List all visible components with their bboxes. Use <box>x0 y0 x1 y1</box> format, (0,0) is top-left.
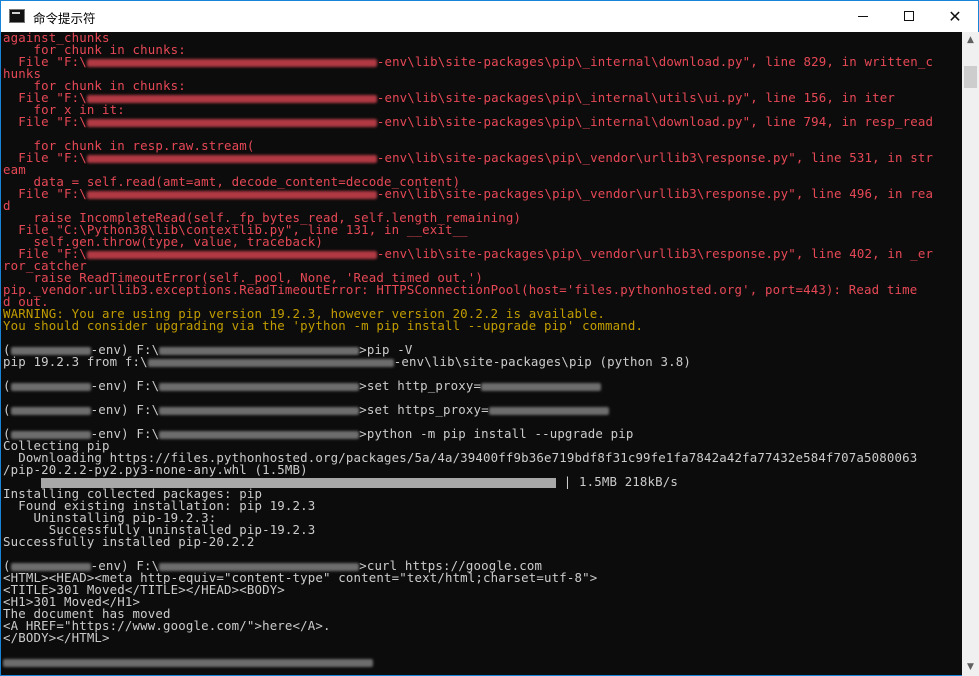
close-button[interactable]: ✕ <box>932 1 978 32</box>
maximize-button[interactable] <box>886 1 932 32</box>
redacted-text <box>10 406 91 415</box>
console-line: File "F:\ -env\lib\site-packages\pip\_int… <box>3 114 934 129</box>
redacted-text <box>481 382 602 391</box>
close-icon: ✕ <box>948 7 962 26</box>
maximize-icon <box>904 11 914 21</box>
redacted-text <box>159 430 360 439</box>
redacted-text <box>86 190 377 199</box>
console-line: </BODY></HTML> <box>3 630 110 645</box>
console-line-text: -env\lib\site-packages\pip\_vendor\urlli… <box>376 186 934 201</box>
redacted-text <box>10 382 91 391</box>
command-text: >set https_proxy= <box>359 402 489 417</box>
prompt-paren: ( <box>3 378 11 393</box>
redacted-text <box>86 118 377 127</box>
console-line-text: File "F:\ <box>3 114 87 129</box>
console-line-text: -env\lib\site-packages\pip\_vendor\urlli… <box>376 246 934 261</box>
redacted-text <box>86 94 377 103</box>
console-output[interactable]: against_chunks for chunk in chunks: File… <box>2 32 962 676</box>
console-line-text: -env\lib\site-packages\pip\_internal\uti… <box>376 90 895 105</box>
console-line: File "F:\ -env\lib\site-packages\pip\_ven… <box>3 150 934 165</box>
redacted-text <box>159 382 360 391</box>
prompt-path: -env) F:\ <box>90 402 160 417</box>
redacted-text <box>86 154 377 163</box>
cmd-window: 命令提示符 ✕ against_chunks for chunk in chun… <box>0 0 979 676</box>
console-line: File "F:\ -env\lib\site-packages\pip\_ven… <box>3 186 934 201</box>
progress-text: | 1.5MB 218kB/s <box>563 474 679 489</box>
console-line-text: -env\lib\site-packages\pip\_internal\dow… <box>376 54 934 69</box>
redacted-text <box>488 406 609 415</box>
prompt-paren: ( <box>3 402 11 417</box>
vertical-scrollbar[interactable]: ▲ ▼ <box>962 32 979 676</box>
console-line: /pip-20.2.2-py2.py3-none-any.whl (1.5MB) <box>3 462 308 477</box>
warning-line: You should consider upgrading via the 'p… <box>3 318 644 333</box>
redacted-text <box>147 358 394 367</box>
prompt-path: -env) F:\ <box>90 378 160 393</box>
window-title: 命令提示符 <box>33 11 96 26</box>
command-text: >python -m pip install --upgrade pip <box>359 426 634 441</box>
console-line: File "F:\ -env\lib\site-packages\pip\_int… <box>3 90 895 105</box>
redacted-text <box>3 658 373 667</box>
console-line: pip._vendor.urllib3.exceptions.ReadTimeo… <box>3 282 918 297</box>
command-text: >set http_proxy= <box>359 378 482 393</box>
console-line: pip 19.2.3 from f:\ -env\lib\site-package… <box>3 354 691 369</box>
scroll-down-icon[interactable]: ▼ <box>962 659 979 676</box>
console-line-text: -env\lib\site-packages\pip\_internal\dow… <box>376 114 934 129</box>
redacted-text <box>86 58 377 67</box>
console-line-text: -env\lib\site-packages\pip (python 3.8) <box>393 354 691 369</box>
cmd-icon <box>9 9 25 23</box>
minimize-button[interactable] <box>840 1 886 32</box>
scroll-up-icon[interactable]: ▲ <box>962 32 979 49</box>
console-line-text: pip 19.2.3 from f:\ <box>3 354 148 369</box>
prompt-line: ( -env) F:\ >set https_proxy= <box>3 402 609 417</box>
redacted-text <box>86 250 377 259</box>
title-bar[interactable]: 命令提示符 ✕ <box>1 1 978 32</box>
console-line: Successfully installed pip-20.2.2 <box>3 534 255 549</box>
prompt-line <box>3 656 373 668</box>
console-line: File "F:\ -env\lib\site-packages\pip\_ven… <box>3 246 934 261</box>
scrollbar-thumb[interactable] <box>964 66 977 88</box>
redacted-text <box>159 406 360 415</box>
minimize-icon <box>858 16 868 17</box>
console-line-text: -env\lib\site-packages\pip\_vendor\urlli… <box>376 150 934 165</box>
console-line: File "F:\ -env\lib\site-packages\pip\_int… <box>3 54 934 69</box>
console-line-text: File "F:\ <box>3 186 87 201</box>
redacted-text <box>159 346 360 355</box>
prompt-line: ( -env) F:\ >set http_proxy= <box>3 378 602 393</box>
